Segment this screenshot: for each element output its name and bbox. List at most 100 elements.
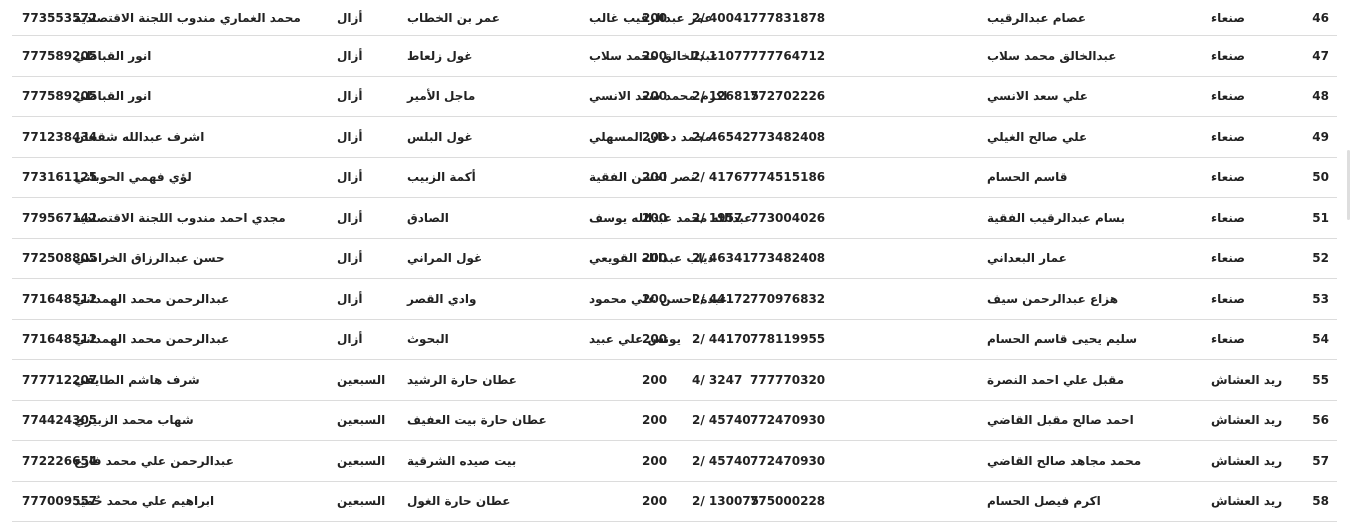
- table-row: 56ريد العشاشاحمد صالح مقبل القاضي7724709…: [12, 401, 1337, 442]
- name-cell: علي صالح الغيلي: [987, 117, 1207, 157]
- agent-phone-cell: 772226654: [12, 441, 132, 481]
- reference-cell: 2/ 44172: [692, 279, 762, 319]
- city-cell: صنعاء: [1211, 36, 1291, 76]
- phone-cell: 777831878: [750, 0, 850, 35]
- city-cell: ريد العشاش: [1211, 441, 1291, 481]
- table-row: 50صنعاءقاسم الحسامنصر احسن الفقية7745151…: [12, 158, 1337, 199]
- city-cell: صنعاء: [1211, 158, 1291, 198]
- agent-phone-cell: 777712207: [12, 360, 132, 400]
- reference-cell: 4/ 3247: [692, 360, 762, 400]
- phone-cell: 770976832: [750, 279, 850, 319]
- reference-cell: 2/ 46542: [692, 117, 762, 157]
- agent-phone-cell: 777009557: [12, 482, 132, 522]
- city-cell: صنعاء: [1211, 77, 1291, 117]
- district-cell: أزال: [337, 0, 407, 35]
- agent-phone-cell: 779567142: [12, 198, 132, 238]
- phone-cell: 778119955: [750, 320, 850, 360]
- amount-cell: 200: [642, 441, 682, 481]
- district-cell: أزال: [337, 239, 407, 279]
- reference-cell: 2/ 40041: [692, 0, 762, 35]
- amount-cell: 200: [642, 198, 682, 238]
- city-cell: صنعاء: [1211, 279, 1291, 319]
- amount-cell: 200: [642, 320, 682, 360]
- name-cell: احمد صالح مقبل القاضي: [987, 401, 1207, 441]
- district-cell: السبعين: [337, 482, 407, 522]
- phone-cell: 777770320: [750, 360, 850, 400]
- reference-cell: 2/ 41767: [692, 158, 762, 198]
- agent-phone-cell: 771238434: [12, 117, 132, 157]
- row-number: 49: [1299, 117, 1329, 157]
- agent-phone-cell: 777589205: [12, 36, 132, 76]
- agent-phone-cell: 771648512: [12, 279, 132, 319]
- amount-cell: 200: [642, 279, 682, 319]
- row-number: 58: [1299, 482, 1329, 522]
- amount-cell: 200: [642, 360, 682, 400]
- row-number: 46: [1299, 0, 1329, 35]
- phone-cell: 772470930: [750, 441, 850, 481]
- place-cell: بيت صيده الشرقية: [407, 441, 607, 481]
- name-cell: اكرم فيصل الحسام: [987, 482, 1207, 522]
- city-cell: صنعاء: [1211, 320, 1291, 360]
- amount-cell: 200: [642, 158, 682, 198]
- phone-cell: 775000228: [750, 482, 850, 522]
- district-cell: أزال: [337, 158, 407, 198]
- amount-cell: 200: [642, 0, 682, 35]
- table-row: 49صنعاءعلي صالح الغيليمحمد دحان المسهلي7…: [12, 117, 1337, 158]
- place-cell: غول زلعاط: [407, 36, 607, 76]
- data-table: 46صنعاءعصام عبدالرقيبعمر عبدالرقيب غالب7…: [12, 0, 1337, 522]
- place-cell: البحوث: [407, 320, 607, 360]
- scrollbar[interactable]: [1347, 150, 1350, 220]
- place-cell: عطان حارة بيت العفيف: [407, 401, 607, 441]
- reference-cell: 2/ 46341: [692, 239, 762, 279]
- city-cell: صنعاء: [1211, 239, 1291, 279]
- name-cell: محمد مجاهد صالح القاضي: [987, 441, 1207, 481]
- row-number: 54: [1299, 320, 1329, 360]
- name-cell: مقبل علي احمد النصرة: [987, 360, 1207, 400]
- table-row: 46صنعاءعصام عبدالرقيبعمر عبدالرقيب غالب7…: [12, 0, 1337, 36]
- reference-cell: 2/ 130075: [692, 482, 762, 522]
- table-row: 54صنعاءسليم يحيى قاسم الحساميونس علي عبي…: [12, 320, 1337, 361]
- row-number: 53: [1299, 279, 1329, 319]
- reference-cell: 2/ 1957: [692, 198, 762, 238]
- phone-cell: 772702226: [750, 77, 850, 117]
- place-cell: أكمة الزبيب: [407, 158, 607, 198]
- city-cell: صنعاء: [1211, 198, 1291, 238]
- name-cell: سليم يحيى قاسم الحسام: [987, 320, 1207, 360]
- row-number: 56: [1299, 401, 1329, 441]
- district-cell: أزال: [337, 320, 407, 360]
- amount-cell: 200: [642, 239, 682, 279]
- district-cell: أزال: [337, 279, 407, 319]
- agent-phone-cell: 773161125: [12, 158, 132, 198]
- reference-cell: 2/ 45740: [692, 401, 762, 441]
- phone-cell: 773482408: [750, 117, 850, 157]
- agent-phone-cell: 777589205: [12, 77, 132, 117]
- phone-cell: 772470930: [750, 401, 850, 441]
- amount-cell: 200: [642, 482, 682, 522]
- phone-cell: 774515186: [750, 158, 850, 198]
- district-cell: السبعين: [337, 401, 407, 441]
- district-cell: أزال: [337, 36, 407, 76]
- district-cell: السبعين: [337, 441, 407, 481]
- agent-phone-cell: 774424305: [12, 401, 132, 441]
- agent-phone-cell: 773553572: [12, 0, 132, 35]
- name-cell: عبدالخالق محمد سلاب: [987, 36, 1207, 76]
- table-row: 55ريد العشاشمقبل علي احمد النصرة77777032…: [12, 360, 1337, 401]
- amount-cell: 200: [642, 117, 682, 157]
- reference-cell: 2/ 45740: [692, 441, 762, 481]
- name-cell: قاسم الحسام: [987, 158, 1207, 198]
- city-cell: ريد العشاش: [1211, 482, 1291, 522]
- place-cell: غول البلس: [407, 117, 607, 157]
- row-number: 52: [1299, 239, 1329, 279]
- amount-cell: 200: [642, 77, 682, 117]
- name-cell: عمار البعداني: [987, 239, 1207, 279]
- place-cell: وادي القصر: [407, 279, 607, 319]
- phone-cell: 777764712: [750, 36, 850, 76]
- row-number: 51: [1299, 198, 1329, 238]
- table-row: 47صنعاءعبدالخالق محمد سلابعبدالخالق محمد…: [12, 36, 1337, 77]
- row-number: 48: [1299, 77, 1329, 117]
- place-cell: عطان حارة الرشيد: [407, 360, 607, 400]
- row-number: 57: [1299, 441, 1329, 481]
- row-number: 55: [1299, 360, 1329, 400]
- district-cell: السبعين: [337, 360, 407, 400]
- phone-cell: 773482408: [750, 239, 850, 279]
